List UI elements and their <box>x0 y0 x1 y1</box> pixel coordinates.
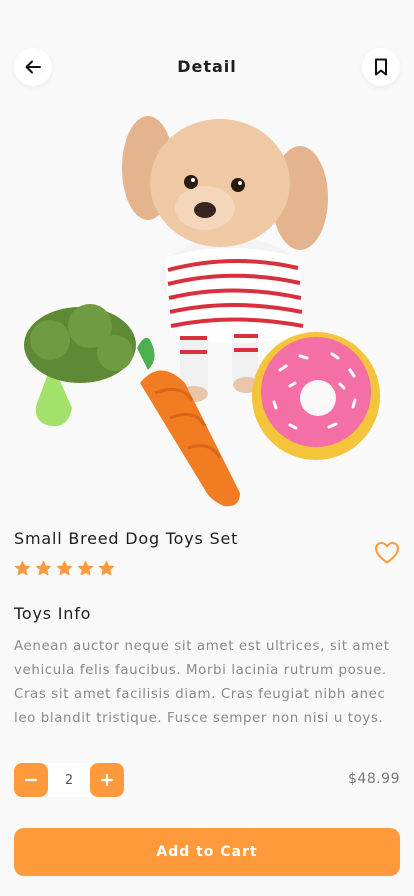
product-name: Small Breed Dog Toys Set <box>14 529 239 548</box>
star-icon <box>98 560 115 576</box>
donut-toy <box>252 332 380 460</box>
quantity-stepper: 2 <box>14 763 124 797</box>
plus-icon <box>100 773 114 787</box>
broccoli-toy <box>24 304 136 427</box>
star-icon <box>56 560 73 576</box>
price: $48.99 <box>348 771 400 787</box>
section-title: Toys Info <box>14 604 92 623</box>
header: Detail <box>0 0 414 120</box>
quantity-value: 2 <box>64 772 74 788</box>
product-description: Aenean auctor neque sit amet est ultrice… <box>14 639 390 726</box>
bookmark-button[interactable] <box>362 48 400 86</box>
star-icon <box>77 560 94 576</box>
increase-button[interactable] <box>90 763 124 797</box>
star-icon <box>14 560 31 576</box>
rating-stars <box>14 560 115 577</box>
page-title: Detail <box>177 57 237 76</box>
minus-icon <box>24 778 38 782</box>
favorite-heart-icon[interactable] <box>374 541 400 565</box>
decrease-button[interactable] <box>14 763 48 797</box>
star-icon <box>35 560 52 576</box>
add-to-cart-button[interactable]: Add to Cart <box>14 828 400 876</box>
product-image <box>24 116 380 507</box>
bookmark-icon <box>375 58 387 76</box>
